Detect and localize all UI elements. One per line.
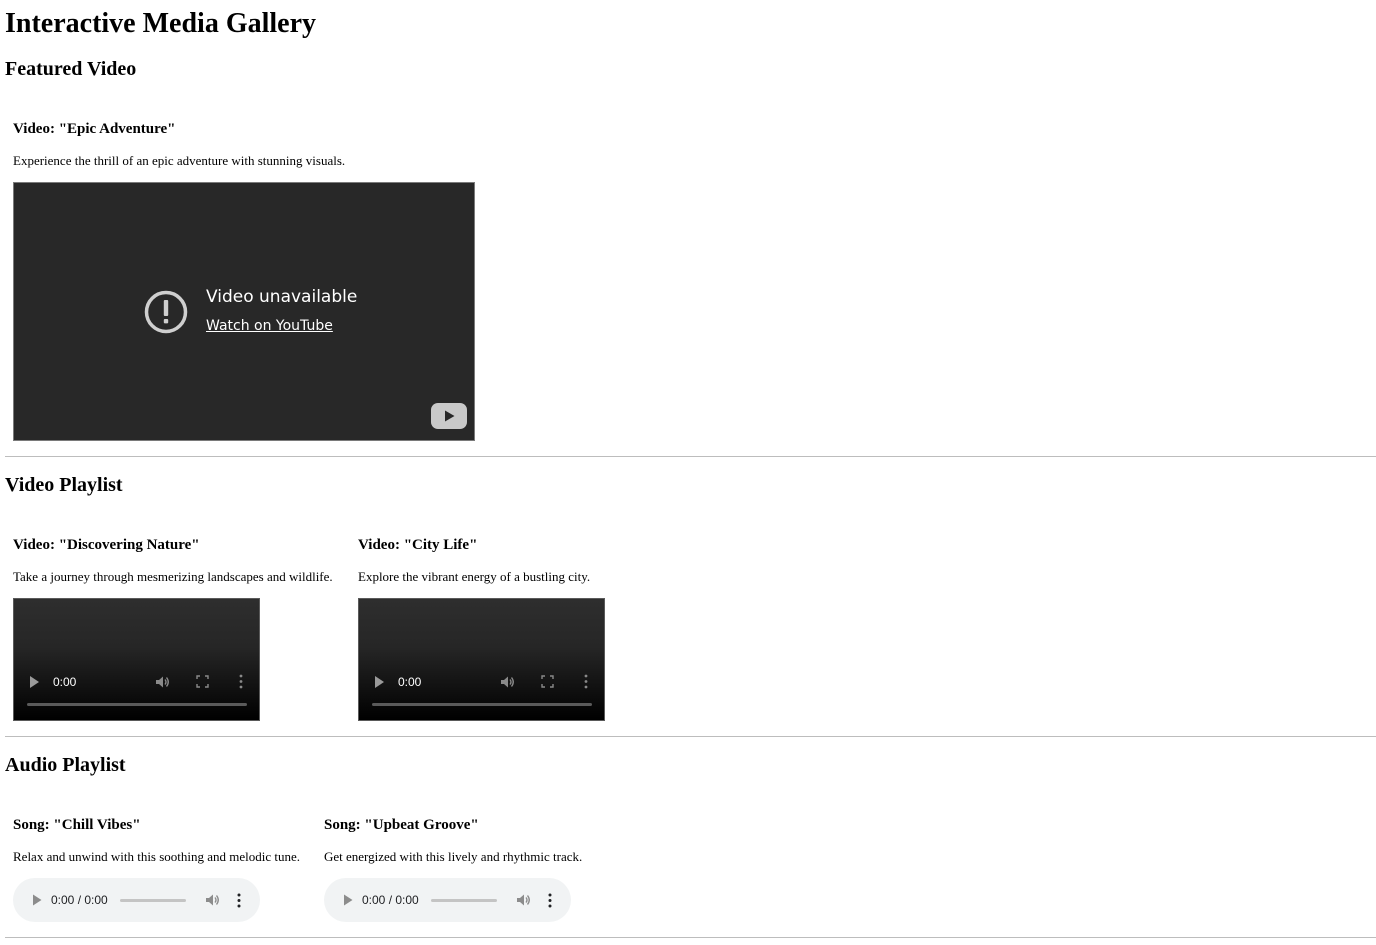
video-playlist-heading: Video Playlist (5, 474, 123, 496)
video-time: 0:00 (53, 675, 77, 689)
section-divider (5, 736, 1376, 737)
playlist-video-title: Video: "Discovering Nature" (13, 537, 200, 553)
playlist-song-description: Relax and unwind with this soothing and … (13, 849, 301, 864)
play-icon[interactable] (373, 675, 385, 689)
audio-time: 0:00 / 0:00 (362, 893, 419, 907)
page-title: Interactive Media Gallery (5, 8, 317, 39)
youtube-embed[interactable]: Video unavailable Watch on YouTube (13, 182, 475, 441)
fullscreen-icon[interactable] (541, 675, 554, 688)
media-gallery-page: Interactive Media Gallery Featured Video… (0, 0, 1376, 945)
section-divider (5, 937, 1376, 938)
fullscreen-icon[interactable] (196, 675, 209, 688)
playlist-song-title: Song: "Upbeat Groove" (324, 817, 479, 833)
more-options-icon[interactable] (236, 893, 242, 908)
watch-on-youtube-link[interactable]: Watch on YouTube (206, 317, 333, 335)
audio-time: 0:00 / 0:00 (51, 893, 108, 907)
play-icon[interactable] (28, 675, 40, 689)
video-unavailable-message: Video unavailable (206, 287, 358, 307)
video-progress-bar[interactable] (27, 703, 247, 706)
playlist-video-description: Take a journey through mesmerizing lands… (13, 569, 333, 584)
volume-icon[interactable] (155, 675, 170, 689)
more-options-icon[interactable] (583, 674, 589, 689)
section-divider (5, 456, 1376, 457)
video-progress-bar[interactable] (372, 703, 592, 706)
volume-icon[interactable] (516, 893, 531, 907)
playlist-video-title: Video: "City Life" (358, 537, 478, 553)
alert-circle-icon (144, 290, 188, 334)
featured-video-description: Experience the thrill of an epic adventu… (13, 153, 346, 168)
youtube-logo-icon[interactable] (431, 403, 467, 429)
playlist-song-description: Get energized with this lively and rhyth… (324, 849, 583, 864)
volume-icon[interactable] (500, 675, 515, 689)
featured-video-heading: Featured Video (5, 58, 137, 80)
audio-progress-bar[interactable] (120, 899, 186, 902)
audio-progress-bar[interactable] (431, 899, 497, 902)
play-icon[interactable] (343, 894, 353, 906)
play-icon[interactable] (32, 894, 42, 906)
more-options-icon[interactable] (547, 893, 553, 908)
featured-video-title: Video: "Epic Adventure" (13, 121, 176, 137)
audio-playlist-heading: Audio Playlist (5, 754, 126, 776)
video-player[interactable]: 0:00 (358, 598, 605, 721)
video-player[interactable]: 0:00 (13, 598, 260, 721)
audio-player[interactable]: 0:00 / 0:00 (324, 878, 571, 922)
volume-icon[interactable] (205, 893, 220, 907)
playlist-video-description: Explore the vibrant energy of a bustling… (358, 569, 591, 584)
more-options-icon[interactable] (238, 674, 244, 689)
video-time: 0:00 (398, 675, 422, 689)
audio-player[interactable]: 0:00 / 0:00 (13, 878, 260, 922)
playlist-song-title: Song: "Chill Vibes" (13, 817, 141, 833)
